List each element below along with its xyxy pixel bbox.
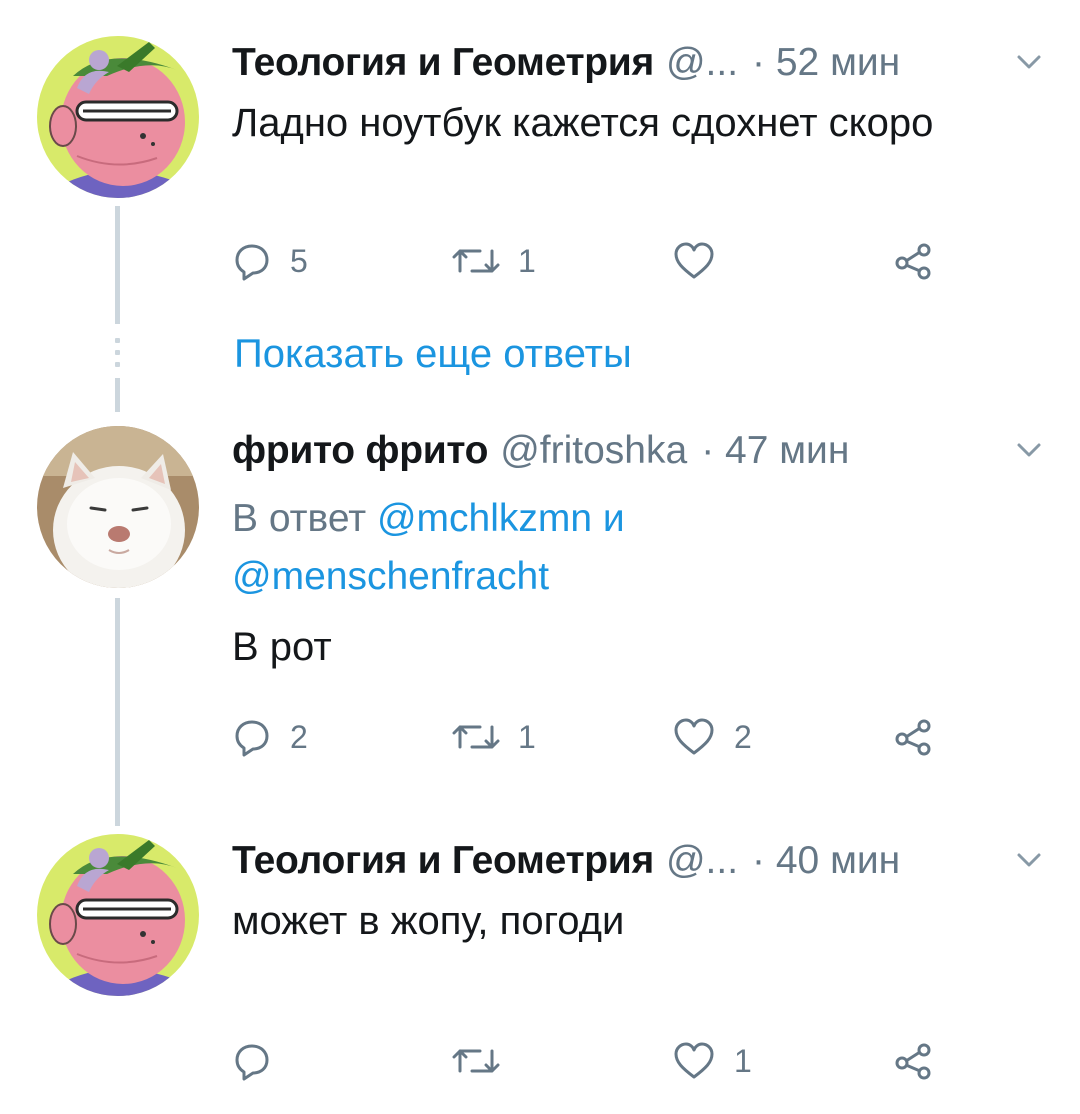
avatar[interactable] bbox=[37, 834, 199, 996]
avatar[interactable] bbox=[37, 36, 199, 198]
retweet-icon bbox=[452, 249, 500, 273]
tweet-header: Теология и Геометрия @... · 40 мин bbox=[232, 834, 1044, 888]
share-icon bbox=[895, 719, 931, 756]
timestamp[interactable]: · 52 мин bbox=[752, 41, 900, 85]
thread-line-2 bbox=[115, 378, 120, 412]
like-button[interactable]: 1 bbox=[672, 1036, 752, 1086]
retweet-button[interactable] bbox=[452, 1036, 518, 1086]
display-name[interactable]: фрито фрито bbox=[232, 429, 489, 473]
share-button[interactable] bbox=[892, 1036, 936, 1086]
tweet-actions: 1 bbox=[232, 1036, 952, 1086]
display-name[interactable]: Теология и Геометрия bbox=[232, 839, 654, 883]
share-button[interactable] bbox=[892, 236, 936, 286]
share-icon bbox=[895, 1043, 931, 1080]
thread-dot bbox=[115, 362, 120, 367]
timestamp[interactable]: · 47 мин bbox=[701, 429, 849, 473]
reply-button[interactable]: 2 bbox=[232, 712, 308, 762]
tweet-header: Теология и Геометрия @... · 52 мин bbox=[232, 36, 1044, 90]
username[interactable]: @... bbox=[666, 839, 738, 883]
like-button[interactable]: 2 bbox=[672, 712, 752, 762]
reply-and[interactable]: и bbox=[603, 497, 625, 540]
like-count: 1 bbox=[734, 1042, 752, 1079]
tweet[interactable]: фрито фрито @fritoshka · 47 мин В ответ … bbox=[0, 420, 1080, 820]
retweet-icon bbox=[452, 1049, 500, 1073]
like-count: 2 bbox=[734, 718, 752, 755]
tweet[interactable]: Теология и Геометрия @... · 52 мин Ладно… bbox=[0, 32, 1080, 322]
chevron-down-icon[interactable] bbox=[1014, 848, 1044, 872]
tweet-actions: 2 1 2 bbox=[232, 712, 952, 762]
reply-count: 5 bbox=[290, 242, 308, 279]
heart-icon bbox=[674, 718, 714, 755]
heart-icon bbox=[674, 1042, 714, 1079]
retweet-count: 1 bbox=[518, 718, 536, 755]
thread-dot bbox=[115, 338, 120, 343]
share-icon bbox=[895, 243, 931, 280]
tweet-actions: 5 1 bbox=[232, 236, 952, 286]
reply-icon bbox=[235, 1044, 269, 1081]
timestamp[interactable]: · 40 мин bbox=[752, 839, 900, 883]
reply-context: В ответ @mchlkzmn и @menschenfracht bbox=[232, 490, 625, 606]
display-name[interactable]: Теология и Геометрия bbox=[232, 41, 654, 85]
chevron-down-icon[interactable] bbox=[1014, 50, 1044, 74]
retweet-button[interactable]: 1 bbox=[452, 236, 536, 286]
reply-prefix: В ответ bbox=[232, 497, 367, 540]
reply-count: 2 bbox=[290, 718, 308, 755]
show-more-replies-link[interactable]: Показать еще ответы bbox=[234, 328, 632, 380]
avatar[interactable] bbox=[37, 426, 199, 588]
retweet-button[interactable]: 1 bbox=[452, 712, 536, 762]
thread-dot bbox=[115, 350, 120, 355]
reply-button[interactable] bbox=[232, 1036, 290, 1086]
share-button[interactable] bbox=[892, 712, 936, 762]
retweet-count: 1 bbox=[518, 242, 536, 279]
tweet[interactable]: Теология и Геометрия @... · 40 мин может… bbox=[0, 830, 1080, 1114]
username[interactable]: @... bbox=[666, 41, 738, 85]
reply-button[interactable]: 5 bbox=[232, 236, 308, 286]
like-button[interactable] bbox=[672, 236, 734, 286]
mention-link[interactable]: @menschenfracht bbox=[232, 555, 549, 598]
tweet-text: Ладно ноутбук кажется сдохнет скоро bbox=[232, 101, 934, 145]
reply-icon bbox=[235, 244, 269, 281]
chevron-down-icon[interactable] bbox=[1014, 438, 1044, 462]
tweet-header: фрито фрито @fritoshka · 47 мин bbox=[232, 424, 1044, 478]
mention-link[interactable]: @mchlkzmn bbox=[377, 497, 592, 540]
retweet-icon bbox=[452, 725, 500, 749]
tweet-text: В рот bbox=[232, 625, 332, 669]
reply-icon bbox=[235, 720, 269, 757]
tweet-text: может в жопу, погоди bbox=[232, 899, 625, 943]
username[interactable]: @fritoshka bbox=[500, 429, 687, 473]
heart-icon bbox=[674, 242, 714, 279]
